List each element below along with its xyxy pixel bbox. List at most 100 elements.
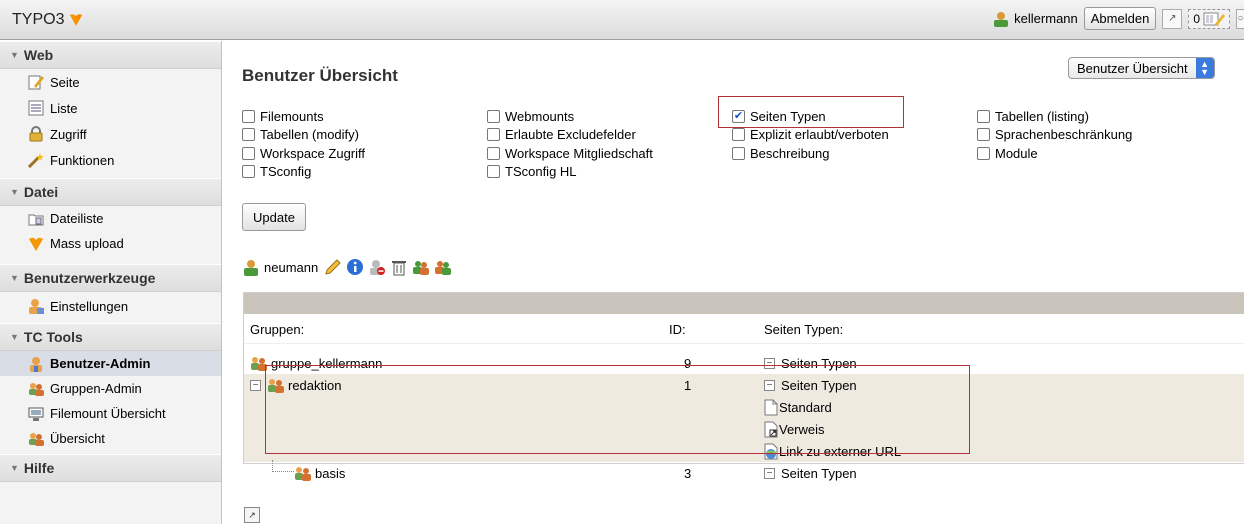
group-id: 3 <box>684 465 692 481</box>
menu-item-label: Seite <box>50 74 80 90</box>
checkbox-beschreibung[interactable]: Beschreibung <box>732 145 830 162</box>
checkbox-box[interactable] <box>242 147 255 160</box>
checkbox-label: TSconfig HL <box>505 164 577 179</box>
switch-user-icon[interactable] <box>412 258 430 276</box>
open-new-window-icon[interactable]: ↗ <box>244 507 260 523</box>
menu-item-funktionen[interactable]: Funktionen <box>0 147 221 173</box>
open-new-window-icon[interactable]: ↗ <box>1162 8 1183 29</box>
section-title: Hilfe <box>23 460 55 476</box>
menu-item-label: Zugriff <box>50 126 87 142</box>
checkbox-module[interactable]: Module <box>977 145 1038 162</box>
menu-item-seite[interactable]: Seite <box>0 69 221 95</box>
checkbox-label: Workspace Mitgliedschaft <box>505 146 653 161</box>
types-cell[interactable]: − Seiten Typen <box>764 462 857 484</box>
user-icon <box>244 260 258 276</box>
checkbox-tabellen-modify[interactable]: Tabellen (modify) <box>242 126 359 143</box>
counter-value: 0 <box>1193 11 1200 26</box>
checkbox-box[interactable] <box>732 147 745 160</box>
checkbox-label: Workspace Zugriff <box>260 146 366 161</box>
checkbox-box[interactable] <box>242 165 255 178</box>
view-select-value: Benutzer Übersicht <box>1077 60 1188 76</box>
section-title: TC Tools <box>23 329 83 345</box>
checkbox-box[interactable] <box>977 128 990 141</box>
checkbox-tsconfig[interactable]: TSconfig <box>242 163 311 180</box>
menu-item-uebersicht[interactable]: Übersicht <box>0 426 221 451</box>
checkbox-seiten-typen[interactable]: ✔ Seiten Typen <box>732 108 826 125</box>
checkbox-box[interactable] <box>732 128 745 141</box>
checkbox-workspace-mitgliedschaft[interactable]: Workspace Mitgliedschaft <box>487 145 653 162</box>
tree-collapse-icon[interactable]: − <box>250 379 261 391</box>
section-title: Datei <box>23 184 59 200</box>
checkbox-box[interactable] <box>977 110 990 123</box>
user-icon <box>994 11 1009 27</box>
update-button[interactable]: Update <box>242 203 306 231</box>
menu-item-liste[interactable]: Liste <box>0 95 221 121</box>
checkbox-box[interactable] <box>487 165 500 178</box>
checkbox-webmounts[interactable]: Webmounts <box>487 108 574 125</box>
column-header-groups: Gruppen: <box>250 321 305 337</box>
table-row: basis 3 − Seiten Typen <box>244 460 1244 484</box>
search-icon[interactable]: ○ <box>1236 8 1244 29</box>
collapse-triangle-icon: ▼ <box>10 463 19 473</box>
group-cell[interactable]: basis <box>294 462 345 484</box>
checkbox-box[interactable] <box>977 147 990 160</box>
view-select[interactable]: Benutzer Übersicht ▲ ▼ <box>1068 57 1215 79</box>
column-header-id: ID: <box>669 321 686 337</box>
section-title: Benutzerwerkzeuge <box>23 270 156 286</box>
tree-connector <box>272 460 294 472</box>
wand-icon <box>28 153 44 168</box>
menu-item-zugriff[interactable]: Zugriff <box>0 121 221 147</box>
checkbox-sprachen[interactable]: Sprachenbeschränkung <box>977 126 1132 143</box>
filelist-icon <box>28 214 44 225</box>
collapse-triangle-icon: ▼ <box>10 187 19 197</box>
logout-button[interactable]: Abmelden <box>1083 7 1157 30</box>
user-name: neumann <box>264 259 319 275</box>
username-label: kellermann <box>1014 11 1078 26</box>
checkbox-label: Seiten Typen <box>750 109 826 124</box>
checkbox-excludefelder[interactable]: Erlaubte Excludefelder <box>487 126 636 143</box>
checkbox-box[interactable] <box>242 128 255 141</box>
checkbox-workspace-zugriff[interactable]: Workspace Zugriff <box>242 145 365 162</box>
menu-section-hilfe[interactable]: ▼ Hilfe <box>0 454 221 482</box>
menu-item-mass-upload[interactable]: Mass upload <box>0 231 221 256</box>
checkbox-label: Tabellen (listing) <box>995 109 1089 124</box>
filemount-icon <box>28 407 44 421</box>
collapse-triangle-icon: ▼ <box>10 332 19 342</box>
collapse-icon[interactable]: − <box>764 467 775 479</box>
menu-item-label: Funktionen <box>50 152 115 168</box>
checkbox-box[interactable] <box>487 128 500 141</box>
workspace-counter[interactable]: 0 <box>1188 8 1230 29</box>
top-bar: TYPO3 kellermann Abmelden ↗ 0 ○ <box>0 0 1244 40</box>
delete-icon[interactable] <box>390 258 408 276</box>
checkbox-label: Beschreibung <box>750 146 830 161</box>
checkbox-box[interactable] <box>487 147 500 160</box>
checkbox-tabellen-listing[interactable]: Tabellen (listing) <box>977 108 1089 125</box>
checkmark-icon[interactable]: ✔ <box>732 110 745 123</box>
menu-item-benutzer-admin[interactable]: Benutzer-Admin <box>0 351 221 376</box>
menu-item-dateiliste[interactable]: Dateiliste <box>0 206 221 231</box>
checkbox-box[interactable] <box>242 110 255 123</box>
disable-user-icon[interactable] <box>368 258 386 276</box>
menu-section-tc-tools[interactable]: ▼ TC Tools <box>0 323 221 351</box>
checkbox-filemounts[interactable]: Filemounts <box>242 108 324 125</box>
info-icon[interactable] <box>346 258 364 276</box>
switch-user-back-icon[interactable] <box>434 258 452 276</box>
checkbox-explizit[interactable]: Explizit erlaubt/verboten <box>732 126 889 143</box>
content-area: Benutzer Übersicht Benutzer Übersicht ▲ ▼… <box>223 41 1244 524</box>
menu-item-label: Übersicht <box>50 431 105 446</box>
current-user[interactable]: kellermann <box>992 11 1078 27</box>
checkbox-tsconfig-hl[interactable]: TSconfig HL <box>487 163 577 180</box>
menu-item-filemount-uebersicht[interactable]: Filemount Übersicht <box>0 401 221 426</box>
menu-section-web[interactable]: ▼ Web <box>0 41 221 69</box>
menu-item-einstellungen[interactable]: Einstellungen <box>0 292 221 320</box>
menu-section-benutzerwerkzeuge[interactable]: ▼ Benutzerwerkzeuge <box>0 264 221 292</box>
typo3-logo[interactable]: TYPO3 <box>12 11 84 29</box>
edit-pencil-icon[interactable] <box>324 258 342 276</box>
page-title: Benutzer Übersicht <box>242 66 398 85</box>
column-header-types: Seiten Typen: <box>764 321 844 337</box>
menu-item-gruppen-admin[interactable]: Gruppen-Admin <box>0 376 221 401</box>
menu-section-datei[interactable]: ▼ Datei <box>0 178 221 206</box>
checkbox-box[interactable] <box>487 110 500 123</box>
typo3-logo-icon <box>70 14 83 26</box>
collapse-triangle-icon: ▼ <box>10 273 19 283</box>
